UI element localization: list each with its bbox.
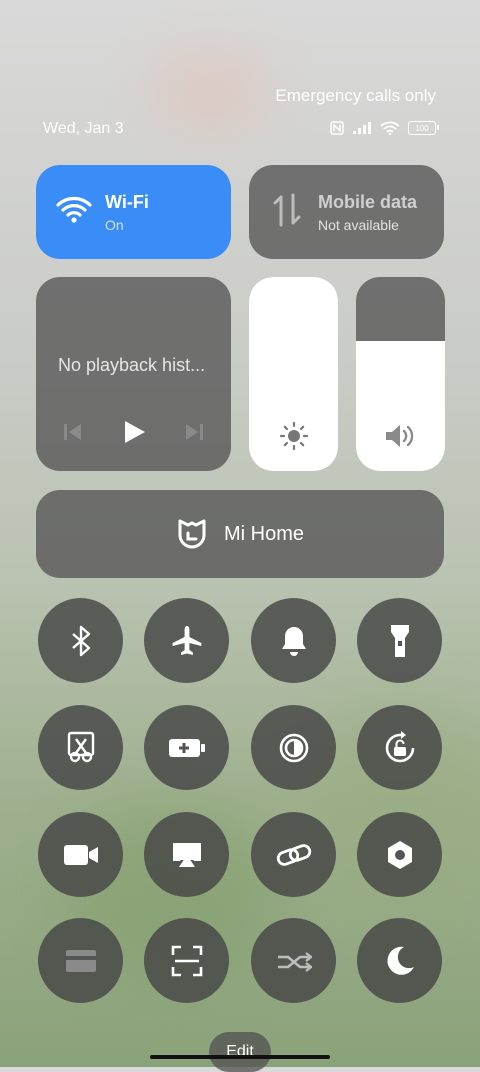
date-label: Wed, Jan 3 xyxy=(43,120,124,137)
volume-slider[interactable] xyxy=(356,277,445,471)
edit-button[interactable]: Edit xyxy=(209,1032,271,1072)
video-toggle[interactable] xyxy=(38,812,123,897)
wifi-status: On xyxy=(105,217,124,233)
media-player-tile[interactable]: No playback hist... xyxy=(36,277,231,471)
flashlight-toggle[interactable] xyxy=(357,598,442,683)
scissors-icon xyxy=(67,731,94,762)
scan-toggle[interactable] xyxy=(144,918,229,1003)
previous-icon[interactable] xyxy=(63,422,83,442)
battery-saver-icon xyxy=(168,738,205,757)
rotation-lock-toggle[interactable] xyxy=(357,705,442,790)
bell-icon xyxy=(281,626,306,656)
bluetooth-icon xyxy=(71,625,90,656)
home-indicator[interactable] xyxy=(150,1055,330,1059)
moon-icon xyxy=(386,946,414,975)
wifi-title: Wi-Fi xyxy=(105,192,149,212)
nfc-icon xyxy=(330,121,344,135)
video-icon xyxy=(63,844,98,865)
battery-level: 100 xyxy=(415,123,429,133)
bg-blob xyxy=(150,50,270,130)
dark-mode-toggle[interactable] xyxy=(357,918,442,1003)
airplane-mode-toggle[interactable] xyxy=(144,598,229,683)
mi-home-label: Mi Home xyxy=(223,522,304,545)
contrast-toggle[interactable] xyxy=(251,705,336,790)
link-icon xyxy=(276,843,311,866)
wifi-status-icon xyxy=(380,121,400,135)
cast-icon xyxy=(172,842,201,867)
sync-toggle[interactable] xyxy=(251,918,336,1003)
sync-icon xyxy=(277,951,312,972)
mi-home-tile[interactable]: Mi Home xyxy=(36,490,444,578)
volume-icon xyxy=(385,425,413,447)
card-icon xyxy=(65,949,96,972)
bluetooth-toggle[interactable] xyxy=(38,598,123,683)
screenshot-toggle[interactable] xyxy=(38,705,123,790)
battery-saver-toggle[interactable] xyxy=(144,705,229,790)
battery-icon: 100 xyxy=(408,121,439,135)
settings-hex-icon xyxy=(387,840,412,869)
airplane-icon xyxy=(172,625,201,655)
brightness-slider[interactable] xyxy=(249,277,338,471)
flashlight-icon xyxy=(390,624,409,657)
media-label: No playback hist... xyxy=(58,355,206,375)
settings-toggle[interactable] xyxy=(357,812,442,897)
signal-icon xyxy=(353,122,371,134)
ring-toggle[interactable] xyxy=(251,598,336,683)
contrast-icon xyxy=(279,733,308,762)
next-icon[interactable] xyxy=(184,422,204,442)
mobile-data-title: Mobile data xyxy=(318,192,418,212)
rotation-lock-icon xyxy=(385,730,414,762)
card-toggle[interactable] xyxy=(38,918,123,1003)
brightness-icon xyxy=(279,421,308,451)
cast-toggle[interactable] xyxy=(144,812,229,897)
link-toggle[interactable] xyxy=(251,812,336,897)
mobile-data-tile[interactable]: Mobile data Not available xyxy=(249,165,444,259)
carrier-status: Emergency calls only xyxy=(275,86,436,105)
scan-icon xyxy=(171,945,202,976)
mobile-data-status: Not available xyxy=(318,217,399,233)
mi-home-icon xyxy=(178,519,206,549)
play-icon[interactable] xyxy=(123,419,147,445)
mobile-data-icon xyxy=(273,193,301,227)
status-icons: 100 xyxy=(330,121,439,135)
volume-fill xyxy=(356,341,445,471)
wifi-icon xyxy=(56,197,92,223)
wifi-tile[interactable]: Wi-Fi On xyxy=(36,165,231,259)
